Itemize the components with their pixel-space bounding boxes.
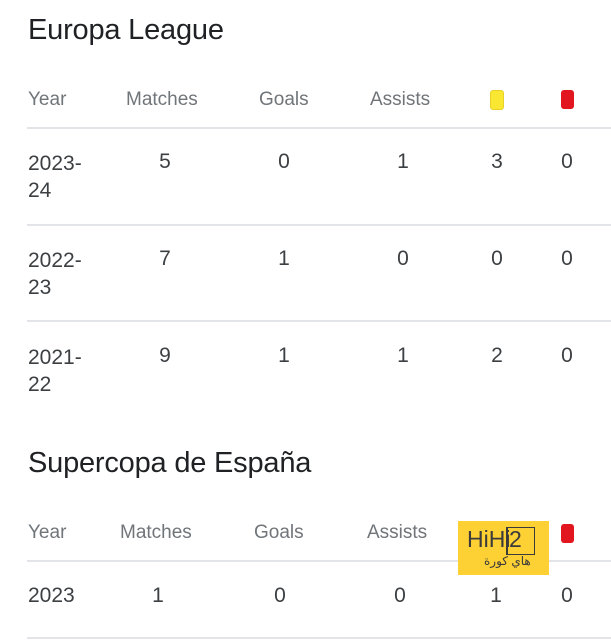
year-line1: 2022- [28,249,82,272]
section-title-supercopa: Supercopa de España [28,447,312,479]
divider [27,224,611,226]
header-matches: Matches [120,522,192,543]
divider [27,637,611,639]
watermark-digit: 2 [509,526,522,552]
goals-cell: 0 [278,150,290,173]
header-goals: Goals [259,89,309,110]
header-year: Year [28,522,67,543]
year-cell: 2021- 22 [28,344,98,398]
divider [27,127,611,129]
year-line2: 23 [28,276,52,299]
yellow-cards-cell: 1 [490,584,502,607]
matches-cell: 9 [159,344,171,367]
section-title-europa-league: Europa League [28,14,224,46]
year-line2: 24 [28,179,52,202]
watermark-brand: HiHi [467,526,511,552]
yellow-cards-cell: 3 [491,150,503,173]
year-line1: 2021- [28,346,82,369]
divider [27,320,611,322]
watermark-logo: HiHi 2 هاي كورة [458,521,549,575]
watermark-arabic: هاي كورة [484,554,531,568]
header-matches: Matches [126,89,198,110]
matches-cell: 7 [159,247,171,270]
goals-cell: 1 [278,247,290,270]
assists-cell: 1 [397,344,409,367]
year-line2: 22 [28,373,52,396]
header-year: Year [28,89,67,110]
year-line1: 2023- [28,152,82,175]
matches-cell: 1 [152,584,164,607]
yellow-cards-cell: 2 [491,344,503,367]
header-assists: Assists [370,89,431,110]
goals-cell: 0 [274,584,286,607]
red-cards-cell: 0 [561,344,573,367]
red-card-icon [561,90,574,109]
matches-cell: 5 [159,150,171,173]
year-cell: 2022- 23 [28,247,98,301]
red-cards-cell: 0 [561,247,573,270]
year-cell: 2023 [28,584,75,607]
header-assists: Assists [367,522,428,543]
red-cards-cell: 0 [561,584,573,607]
assists-cell: 0 [397,247,409,270]
yellow-card-icon [490,90,504,110]
assists-cell: 0 [394,584,406,607]
assists-cell: 1 [397,150,409,173]
year-cell: 2023- 24 [28,150,98,204]
header-goals: Goals [254,522,304,543]
goals-cell: 1 [278,344,290,367]
red-card-icon [561,524,574,543]
red-cards-cell: 0 [561,150,573,173]
yellow-cards-cell: 0 [491,247,503,270]
